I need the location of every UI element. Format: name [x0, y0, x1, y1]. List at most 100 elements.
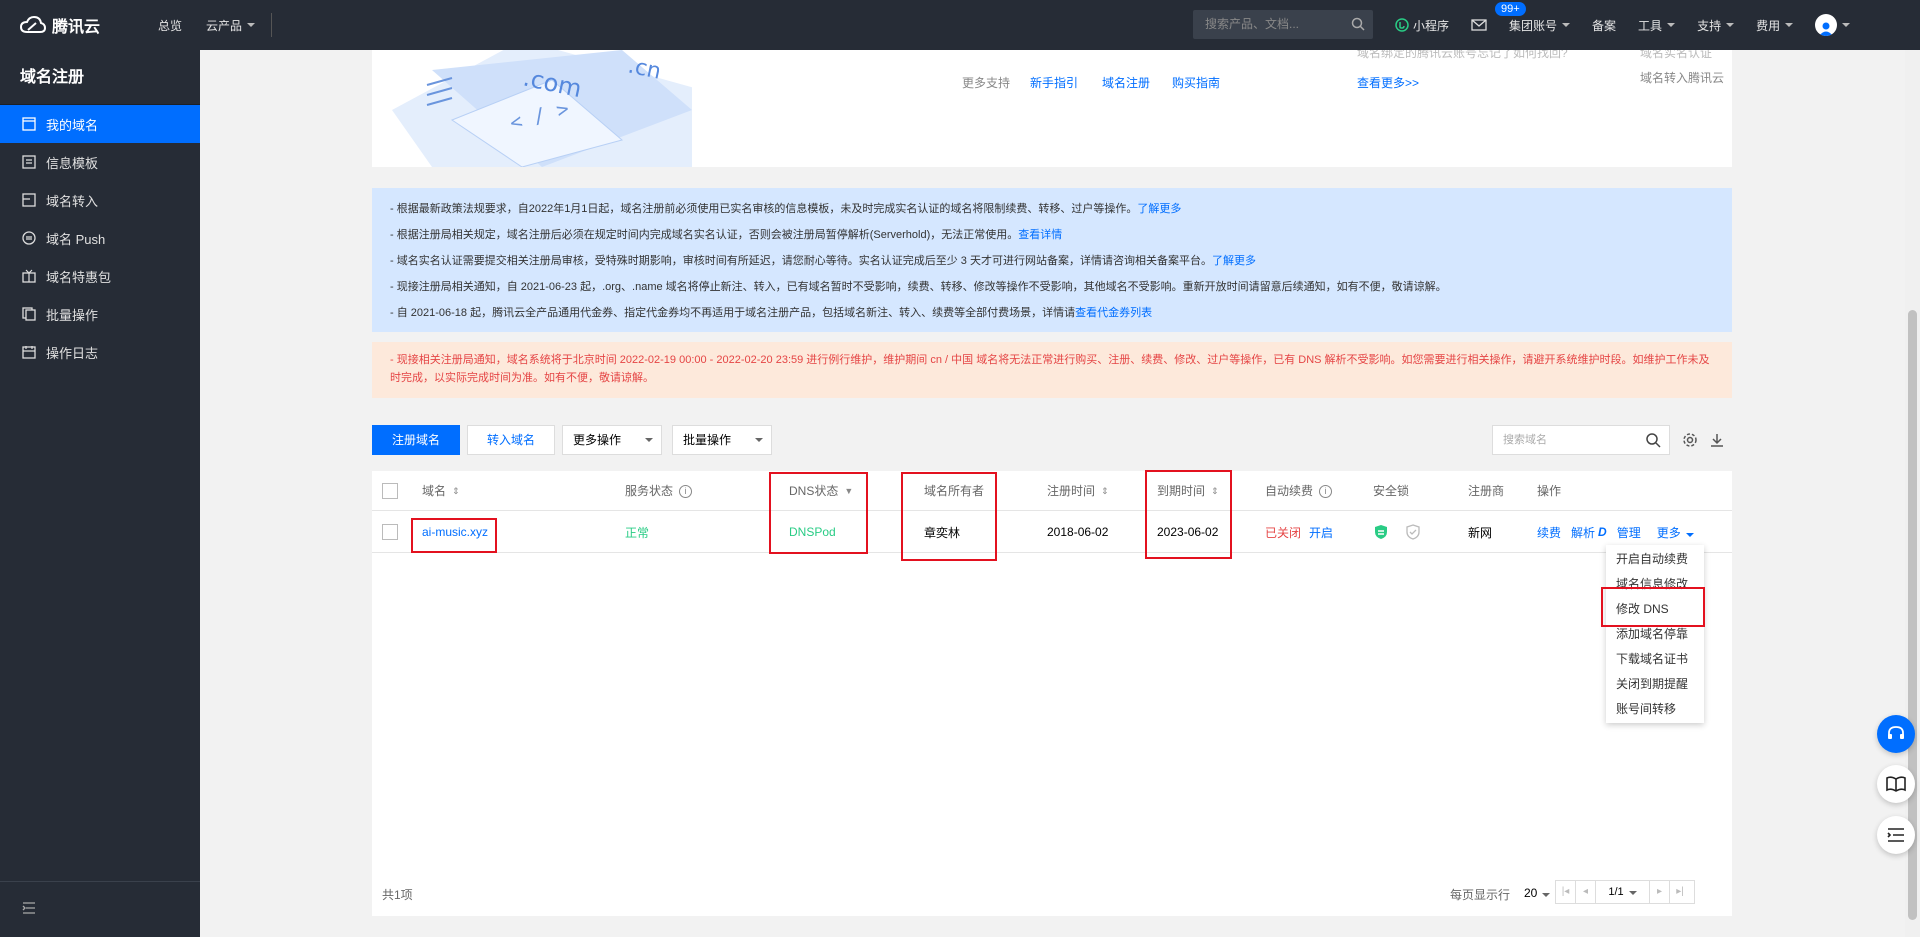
faded-question-link[interactable]: 域名绑定的腾讯云账号忘记了如何找回?	[1357, 50, 1568, 61]
customer-service-button[interactable]	[1877, 715, 1915, 753]
sidebar-item-label: 我的域名	[46, 117, 99, 133]
prev-page-icon[interactable]: ◂	[1576, 881, 1596, 903]
notice-text: - 自 2021-06-18 起，腾讯云全产品通用代金券、指定代金券均不再适用于…	[390, 307, 1076, 319]
sidebar-item-op-log[interactable]: 操作日志	[0, 333, 200, 371]
mail-button[interactable]	[1471, 19, 1487, 31]
dnspod-icon: D	[1598, 525, 1607, 539]
sidebar-item-label: 域名转入	[46, 193, 99, 209]
per-page-select[interactable]: 20	[1524, 886, 1551, 900]
global-search-placeholder: 搜索产品、文档...	[1205, 17, 1300, 31]
search-icon[interactable]	[1645, 432, 1661, 448]
group-account-menu[interactable]: 集团账号	[1509, 17, 1571, 34]
sidebar-item-batch-ops[interactable]: 批量操作	[0, 295, 200, 333]
user-avatar-menu[interactable]	[1815, 14, 1851, 36]
more-support-label: 更多支持	[962, 76, 1011, 90]
notice-line: - 现接注册局相关通知，自 2021-06-23 起，.org、.name 域名…	[390, 274, 1714, 300]
avatar	[1815, 14, 1838, 36]
notice-link[interactable]: 查看详情	[1018, 229, 1062, 241]
faded-realname-link[interactable]: 域名实名认证	[1640, 50, 1712, 61]
resolve-link[interactable]: 解析	[1571, 524, 1595, 541]
tencent-cloud-logo[interactable]: 腾讯云	[20, 13, 120, 37]
buy-guide-link[interactable]: 购买指南	[1172, 74, 1220, 91]
faded-transfer-link[interactable]: 域名转入腾讯云	[1640, 69, 1724, 86]
calendar-list-icon	[22, 117, 36, 131]
log-calendar-icon	[22, 346, 36, 359]
lock-shield-off-icon[interactable]	[1405, 524, 1421, 540]
col-registrar: 注册商	[1468, 471, 1504, 511]
col-actions: 操作	[1537, 471, 1561, 511]
group-account-label: 集团账号	[1509, 18, 1558, 33]
last-page-icon[interactable]: ▸|	[1670, 881, 1690, 903]
menu-list-button[interactable]	[1877, 816, 1915, 854]
info-icon[interactable]: i	[1319, 484, 1333, 498]
notice-link[interactable]: 了解更多	[1212, 255, 1256, 267]
docs-button[interactable]	[1877, 765, 1915, 803]
menu-item-close-expiry-reminder[interactable]: 关闭到期提醒	[1606, 672, 1704, 697]
domain-search-input[interactable]: 搜索域名	[1492, 425, 1670, 455]
select-all-checkbox[interactable]	[382, 483, 398, 499]
more-ops-select[interactable]: 更多操作	[562, 425, 662, 455]
support-menu[interactable]: 支持	[1697, 17, 1735, 34]
page-scrollbar[interactable]	[1905, 50, 1920, 937]
sidebar-item-push[interactable]: 域名 Push	[0, 219, 200, 257]
billing-menu[interactable]: 费用	[1756, 17, 1794, 34]
sidebar-item-info-template[interactable]: 信息模板	[0, 143, 200, 181]
beian-link[interactable]: 备案	[1592, 17, 1616, 34]
download-icon[interactable]	[1709, 432, 1725, 448]
highlight-domain-box	[411, 518, 497, 553]
main-content: .com .cn < / > 更多支持 新手指引 域名注册 购买指南 域名绑定的…	[200, 50, 1905, 937]
chevron-down-icon	[1667, 23, 1676, 27]
col-reg-time[interactable]: 注册时间 ⇕	[1047, 471, 1109, 511]
domain-register-link[interactable]: 域名注册	[1102, 74, 1150, 91]
highlight-dns-box	[769, 472, 868, 554]
col-security-lock-label: 安全锁	[1373, 484, 1410, 498]
miniprogram-link[interactable]: 小程序	[1395, 17, 1449, 34]
next-page-icon[interactable]: ▸	[1650, 881, 1670, 903]
tools-menu[interactable]: 工具	[1638, 17, 1676, 34]
notice-text: - 根据最新政策法规要求，自2022年1月1日起，域名注册前必须使用已实名审核的…	[390, 203, 1138, 215]
auto-renew-status: 已关闭	[1265, 525, 1302, 540]
transfer-icon	[22, 193, 36, 207]
per-page-label: 每页显示行	[1450, 888, 1511, 902]
renew-link[interactable]: 续费	[1537, 524, 1561, 541]
info-icon[interactable]: i	[679, 484, 693, 498]
gift-icon	[22, 269, 36, 283]
sidebar-item-my-domains[interactable]: 我的域名	[0, 105, 200, 143]
newbie-guide-link[interactable]: 新手指引	[1030, 74, 1078, 91]
notice-link[interactable]: 查看代金券列表	[1075, 307, 1152, 319]
global-search-input[interactable]: 搜索产品、文档...	[1193, 10, 1373, 39]
row-checkbox[interactable]	[382, 524, 398, 540]
enable-auto-renew-link[interactable]: 开启	[1309, 524, 1333, 541]
notice-link[interactable]: 了解更多	[1137, 203, 1181, 215]
domain-illustration: .com .cn < / >	[372, 50, 692, 167]
lock-shield-on-icon[interactable]	[1373, 524, 1389, 540]
col-domain[interactable]: 域名 ⇕	[422, 471, 460, 511]
top-right-menu: 小程序 集团账号 备案 工具 支持 费用	[1395, 0, 1872, 50]
gear-icon[interactable]	[1682, 432, 1698, 448]
collapse-menu-icon[interactable]	[22, 902, 36, 914]
sidebar-item-transfer-in[interactable]: 域名转入	[0, 181, 200, 219]
notice-line: - 自 2021-06-18 起，腾讯云全产品通用代金券、指定代金券均不再适用于…	[390, 300, 1714, 326]
menu-item-enable-auto-renew[interactable]: 开启自动续费	[1606, 547, 1704, 572]
page-select[interactable]: 1/1	[1596, 881, 1650, 903]
batch-ops-select[interactable]: 批量操作	[672, 425, 772, 455]
sort-icon: ⇕	[452, 486, 460, 496]
col-service-status: 服务状态 i	[625, 471, 693, 511]
see-more-link[interactable]: 查看更多>>	[1357, 74, 1419, 91]
mail-count-badge: 99+	[1495, 2, 1526, 16]
more-actions-button[interactable]: 更多	[1657, 524, 1694, 541]
menu-item-account-transfer[interactable]: 账号间转移	[1606, 697, 1704, 722]
menu-item-download-cert[interactable]: 下载域名证书	[1606, 647, 1704, 672]
nav-cloud-products[interactable]: 云产品	[206, 17, 256, 34]
manage-link[interactable]: 管理	[1617, 524, 1641, 541]
transfer-domain-button[interactable]: 转入域名	[467, 425, 555, 455]
first-page-icon[interactable]: |◂	[1556, 881, 1576, 903]
register-domain-button[interactable]: 注册域名	[372, 425, 460, 455]
chevron-down-icon	[1628, 891, 1637, 895]
search-icon[interactable]	[1351, 17, 1365, 31]
highlight-owner-box	[901, 472, 997, 561]
nav-overview[interactable]: 总览	[158, 17, 182, 34]
sidebar-item-special-pack[interactable]: 域名特惠包	[0, 257, 200, 295]
notice-text: - 根据注册局相关规定，域名注册后必须在规定时间内完成域名实名认证，否则会被注册…	[390, 229, 1019, 241]
domain-search-placeholder: 搜索域名	[1503, 434, 1547, 446]
